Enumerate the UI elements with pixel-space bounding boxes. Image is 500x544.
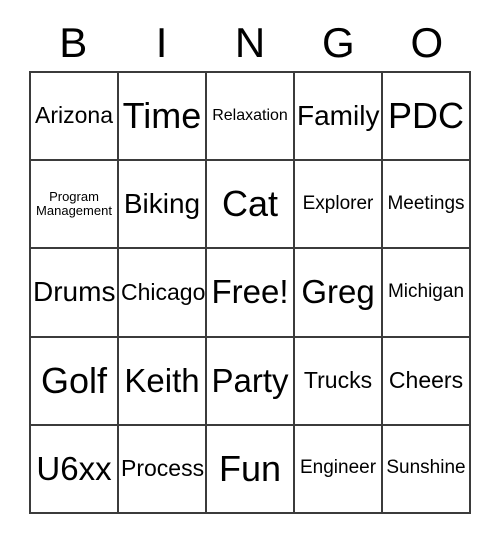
bingo-cell-label: Free! [211, 273, 289, 311]
bingo-cell[interactable]: U6xx [31, 425, 119, 514]
bingo-cell[interactable]: Relaxation [207, 73, 295, 162]
bingo-cell[interactable]: Time [119, 73, 207, 162]
bingo-cell[interactable]: Arizona [31, 73, 119, 162]
bingo-cell-label: Fun [218, 448, 282, 490]
bingo-cell-free-space[interactable]: Free! [207, 249, 295, 338]
bingo-cell-label: Cheers [388, 367, 464, 394]
bingo-cell[interactable]: Cheers [383, 337, 471, 426]
bingo-cell-label: Process [121, 455, 205, 482]
bingo-cell-label: Keith [124, 361, 200, 399]
bingo-header-letter-n: N [234, 18, 266, 66]
bingo-cell[interactable]: Golf [31, 337, 119, 426]
bingo-cell[interactable]: Meetings [383, 161, 471, 250]
bingo-cell-label: Arizona [35, 102, 113, 129]
bingo-cell-label: PDC [387, 95, 464, 137]
bingo-cell[interactable]: Cat [207, 161, 295, 250]
bingo-cell-label: Chicago [121, 278, 206, 305]
bingo-cell-label: Cat [221, 183, 279, 225]
bingo-cell[interactable]: Program Management [31, 161, 119, 250]
bingo-cell-label: Meetings [387, 192, 465, 214]
bingo-cell-label: Time [122, 95, 202, 137]
bingo-cell[interactable]: Process [119, 425, 207, 514]
bingo-header-letter-o: O [410, 18, 444, 66]
bingo-cell[interactable]: Explorer [295, 161, 383, 250]
bingo-cell-label: Explorer [302, 192, 374, 214]
bingo-card: B I N G O Arizona Time Relaxation Family PDC… [29, 14, 471, 514]
bingo-header-letter-b: B [59, 18, 88, 66]
bingo-cell-label: Biking [123, 187, 201, 219]
bingo-cell-label: Greg [301, 273, 375, 311]
bingo-cell-label: Party [211, 361, 289, 399]
bingo-cell[interactable]: Family [295, 73, 383, 162]
bingo-cell[interactable]: Fun [207, 425, 295, 514]
bingo-cell[interactable]: Trucks [295, 337, 383, 426]
bingo-cell[interactable]: Michigan [383, 249, 471, 338]
bingo-grid: Arizona Time Relaxation Family PDC Program Ma… [29, 71, 471, 514]
bingo-cell-label: Drums [33, 276, 116, 308]
bingo-cell[interactable]: Keith [119, 337, 207, 426]
bingo-cell[interactable]: Party [207, 337, 295, 426]
bingo-cell[interactable]: Chicago [119, 249, 207, 338]
bingo-cell-label: Michigan [387, 281, 465, 303]
bingo-cell-label: Family [297, 99, 380, 131]
bingo-cell[interactable]: Engineer [295, 425, 383, 514]
bingo-cell[interactable]: Drums [31, 249, 119, 338]
bingo-cell-label: Trucks [303, 367, 373, 394]
bingo-header-letter-i: I [155, 18, 168, 66]
bingo-header-row: B I N G O [29, 14, 471, 71]
bingo-cell-label: Engineer [299, 457, 377, 479]
bingo-cell[interactable]: Sunshine [383, 425, 471, 514]
bingo-cell-label: U6xx [36, 449, 112, 487]
bingo-header-letter-g: G [322, 18, 355, 66]
bingo-cell[interactable]: Biking [119, 161, 207, 250]
bingo-cell-label: Program Management [36, 188, 112, 219]
bingo-cell[interactable]: Greg [295, 249, 383, 338]
bingo-cell-label: Relaxation [212, 107, 288, 125]
bingo-cell-label: Sunshine [386, 457, 466, 479]
bingo-cell[interactable]: PDC [383, 73, 471, 162]
bingo-cell-label: Golf [40, 359, 108, 401]
